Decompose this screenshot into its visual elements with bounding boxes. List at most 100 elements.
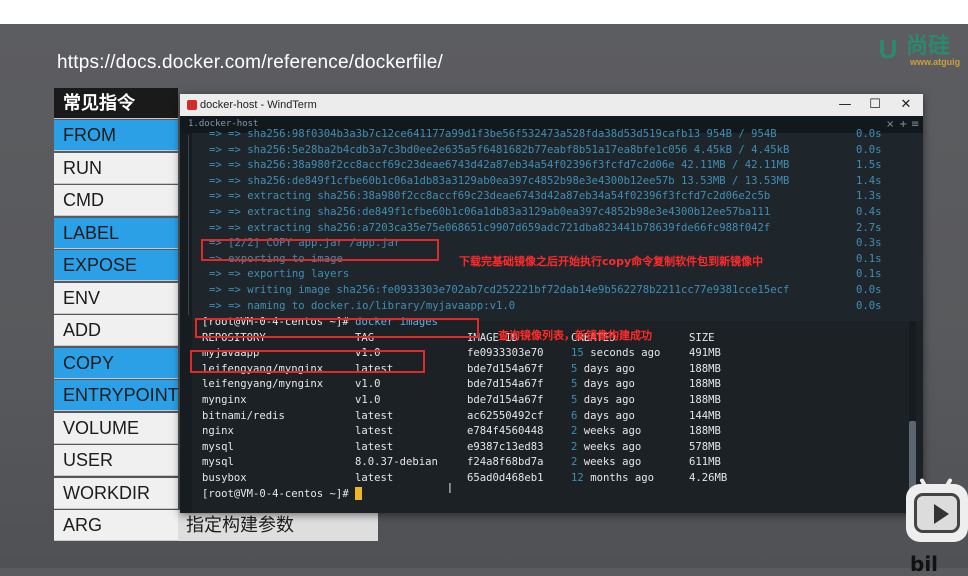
build-output-pane[interactable]: => => sha256:98f0304b3a3b7c12ce641177a99… bbox=[180, 128, 923, 321]
brand-logo: U 尚硅 www.atguig bbox=[874, 34, 968, 68]
window-title: docker-host - WindTerm bbox=[200, 99, 317, 111]
new-image-highlight bbox=[190, 350, 425, 373]
image-repository: bitnami/redis bbox=[202, 409, 285, 422]
image-id: f24a8f68bd7a bbox=[467, 456, 544, 469]
fold-line bbox=[188, 135, 189, 315]
build-step-time: 1.3s bbox=[856, 190, 882, 203]
instruction-name: ARG bbox=[54, 510, 178, 541]
tab-close-icon[interactable]: × bbox=[886, 116, 894, 133]
table-header: 常见指令 bbox=[54, 88, 178, 119]
minimize-button[interactable]: — bbox=[830, 94, 860, 116]
image-created-unit: seconds ago bbox=[590, 347, 661, 360]
image-created-amount: 12 bbox=[571, 472, 584, 484]
logo-screen bbox=[914, 493, 960, 533]
image-created-amount: 5 bbox=[571, 378, 578, 391]
arg-description: 指定构建参数 bbox=[178, 510, 378, 541]
text-cursor-icon: I bbox=[448, 482, 452, 497]
build-step-time: 0.0s bbox=[856, 143, 882, 156]
instruction-name: ADD bbox=[54, 315, 178, 346]
image-created-unit: months ago bbox=[590, 472, 654, 484]
instruction-name: LABEL bbox=[54, 217, 178, 249]
top-bar bbox=[0, 0, 968, 24]
build-step-time: 1.4s bbox=[856, 174, 882, 187]
image-tag: latest bbox=[355, 409, 394, 422]
image-created-unit: weeks ago bbox=[583, 425, 642, 438]
build-output-line: => => exporting layers bbox=[209, 268, 350, 281]
windterm-window[interactable]: docker-host - WindTerm — ☐ ✕ 1.docker-ho… bbox=[180, 94, 923, 513]
image-created-amount: 15 bbox=[571, 347, 584, 360]
image-repository: mysql bbox=[202, 440, 234, 453]
scrollbar[interactable] bbox=[909, 321, 916, 511]
instruction-name: ENTRYPOINT bbox=[54, 380, 179, 411]
tab-menu-icon[interactable]: ≡ bbox=[911, 116, 919, 133]
image-size: 144MB bbox=[689, 409, 721, 422]
command-highlight bbox=[195, 318, 479, 338]
copy-step-note: 下载完基础镜像之后开始执行copy命令复制软件包到新镜像中 bbox=[459, 255, 764, 268]
image-created-unit: weeks ago bbox=[583, 456, 642, 469]
instruction-name: USER bbox=[54, 445, 178, 476]
image-id: bde7d154a67f bbox=[467, 394, 544, 406]
instruction-name: CMD bbox=[54, 185, 178, 216]
logo-icon: U bbox=[878, 34, 898, 64]
tab-add-icon[interactable]: + bbox=[899, 116, 907, 133]
image-size: 611MB bbox=[689, 456, 721, 469]
image-size: 188MB bbox=[689, 394, 721, 406]
image-created-amount: 2 bbox=[571, 440, 578, 453]
close-button[interactable]: ✕ bbox=[891, 94, 921, 116]
instruction-name: VOLUME bbox=[54, 412, 178, 444]
image-repository: busybox bbox=[202, 472, 247, 484]
build-output-line: => => sha256:98f0304b3a3b7c12ce641177a99… bbox=[209, 128, 777, 140]
build-step-time: 1.5s bbox=[856, 159, 882, 172]
build-output-line: => => writing image sha256:fe0933303e702… bbox=[209, 284, 790, 296]
build-output-line: => => sha256:38a980f2cc8accf69c23deae674… bbox=[209, 159, 790, 172]
instruction-name: RUN bbox=[54, 152, 178, 184]
image-id: e9387c13ed83 bbox=[467, 440, 544, 453]
logo-site-text: www.atguig bbox=[910, 57, 961, 67]
image-size: 188MB bbox=[689, 425, 721, 438]
image-created-amount: 6 bbox=[571, 409, 578, 422]
image-size: 491MB bbox=[689, 347, 721, 360]
copy-step-highlight bbox=[201, 239, 439, 261]
build-output-line: => => naming to docker.io/library/myjava… bbox=[209, 299, 516, 312]
bilibili-logo-icon bbox=[906, 477, 968, 542]
image-created-amount: 2 bbox=[571, 425, 578, 438]
prompt-text: [root@VM-0-4-centos ~]# bbox=[202, 487, 349, 500]
image-created-unit: days ago bbox=[583, 378, 635, 391]
image-id: ac62550492cf bbox=[467, 409, 544, 422]
windterm-app-icon bbox=[187, 100, 197, 110]
image-created-amount: 2 bbox=[571, 456, 578, 469]
build-step-time: 0.1s bbox=[856, 252, 882, 265]
build-step-time: 0.0s bbox=[856, 128, 882, 140]
image-repository: nginx bbox=[202, 425, 234, 438]
maximize-button[interactable]: ☐ bbox=[860, 94, 890, 116]
instruction-name: EXPOSE bbox=[54, 250, 178, 281]
image-created-unit: days ago bbox=[583, 362, 635, 375]
image-tag: latest bbox=[355, 472, 394, 484]
image-id: bde7d154a67f bbox=[467, 378, 544, 391]
build-output-line: => => sha256:5e28ba2b4cdb3a7c3bd0ee2e635… bbox=[209, 143, 790, 156]
build-step-time: 0.3s bbox=[856, 237, 882, 250]
build-output-line: => => sha256:de849f1cfbe60b1c06a1db83a31… bbox=[209, 174, 790, 187]
corner-watermark: bil bbox=[910, 552, 939, 576]
image-size: 578MB bbox=[689, 440, 721, 453]
image-size: 188MB bbox=[689, 362, 721, 375]
image-id: fe0933303e70 bbox=[467, 347, 544, 360]
instruction-name: FROM bbox=[54, 120, 178, 151]
play-icon bbox=[934, 504, 949, 524]
instruction-name: ENV bbox=[54, 282, 178, 314]
build-step-time: 0.4s bbox=[856, 206, 882, 218]
image-tag: v1.0 bbox=[355, 378, 381, 391]
final-prompt-line: [root@VM-0-4-centos ~]# bbox=[202, 486, 363, 502]
image-created-unit: days ago bbox=[583, 409, 635, 422]
build-output-line: => => extracting sha256:de849f1cfbe60b1c… bbox=[209, 206, 771, 218]
image-size: 188MB bbox=[689, 378, 721, 391]
image-tag: v1.0 bbox=[355, 394, 381, 406]
image-tag: latest bbox=[355, 440, 394, 453]
image-id: e784f4560448 bbox=[467, 425, 544, 438]
image-created-amount: 5 bbox=[571, 394, 578, 406]
column-header-size: SIZE bbox=[689, 331, 715, 344]
build-step-time: 0.0s bbox=[856, 284, 882, 296]
title-bar[interactable]: docker-host - WindTerm — ☐ ✕ bbox=[180, 94, 923, 116]
build-step-time: 0.0s bbox=[856, 299, 882, 312]
instruction-row: ARG 指定构建参数 bbox=[54, 510, 378, 542]
